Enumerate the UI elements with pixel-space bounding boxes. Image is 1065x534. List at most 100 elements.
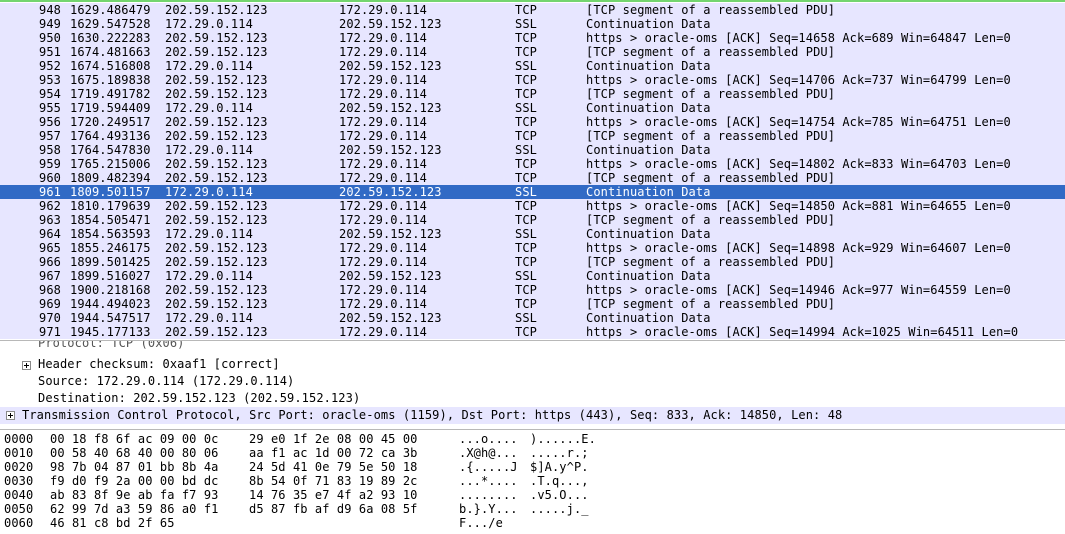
packet-info-cell: Continuation Data (586, 143, 711, 157)
packet-source-cell: 202.59.152.123 (165, 157, 268, 171)
packet-protocol-cell: TCP (515, 115, 537, 129)
packet-row[interactable]: 967 1899.516027 172.29.0.114 202.59.152.123… (0, 269, 1065, 283)
packet-protocol-cell: TCP (515, 73, 537, 87)
packet-destination-cell: 202.59.152.123 (339, 59, 442, 73)
packet-row[interactable]: 951 1674.481663 202.59.152.123 172.29.0.114… (0, 45, 1065, 59)
packet-time-cell: 1944.547517 (70, 311, 151, 325)
packet-row[interactable]: 966 1899.501425 202.59.152.123 172.29.0.114… (0, 255, 1065, 269)
packet-protocol-cell: TCP (515, 213, 537, 227)
packet-info-cell: https > oracle-oms [ACK] Seq=14706 Ack=7… (586, 73, 1011, 87)
packet-row[interactable]: 963 1854.505471 202.59.152.123 172.29.0.114… (0, 213, 1065, 227)
packet-no-cell: 951 (39, 45, 61, 59)
packet-row[interactable]: 964 1854.563593 172.29.0.114 202.59.152.123… (0, 227, 1065, 241)
packet-no-cell: 963 (39, 213, 61, 227)
packet-time-cell: 1720.249517 (70, 115, 151, 129)
packet-destination-cell: 172.29.0.114 (339, 45, 427, 59)
packet-row[interactable]: 956 1720.249517 202.59.152.123 172.29.0.114… (0, 115, 1065, 129)
packet-no-cell: 968 (39, 283, 61, 297)
packet-row[interactable]: 959 1765.215006 202.59.152.123 172.29.0.114… (0, 157, 1065, 171)
packet-row[interactable]: 953 1675.189838 202.59.152.123 172.29.0.114… (0, 73, 1065, 87)
hex-ascii-left: b.}.Y... (459, 502, 518, 516)
packet-time-cell: 1900.218168 (70, 283, 151, 297)
packet-info-cell: [TCP segment of a reassembled PDU] (586, 3, 836, 17)
packet-info-cell: Continuation Data (586, 101, 711, 115)
packet-row[interactable]: 948 1629.486479 202.59.152.123 172.29.0.114… (0, 3, 1065, 17)
packet-row[interactable]: 960 1809.482394 202.59.152.123 172.29.0.114… (0, 171, 1065, 185)
packet-row[interactable]: 955 1719.594409 172.29.0.114 202.59.152.123… (0, 101, 1065, 115)
packet-source-cell: 172.29.0.114 (165, 59, 253, 73)
expand-tcp-icon[interactable] (6, 411, 15, 420)
packet-protocol-cell: TCP (515, 3, 537, 17)
packet-row[interactable]: 971 1945.177133 202.59.152.123 172.29.0.114… (0, 325, 1065, 339)
packet-no-cell: 954 (39, 87, 61, 101)
packet-destination-cell: 172.29.0.114 (339, 171, 427, 185)
detail-protocol-line[interactable]: Protocol: TCP (0x06) (38, 341, 185, 351)
packet-time-cell: 1854.563593 (70, 227, 151, 241)
packet-row-selected[interactable]: 961 1809.501157 172.29.0.114 202.59.152.123… (0, 185, 1065, 199)
packet-protocol-cell: TCP (515, 129, 537, 143)
hex-ascii-right: .....j._ (530, 502, 589, 516)
packet-no-cell: 960 (39, 171, 61, 185)
packet-row[interactable]: 957 1764.493136 202.59.152.123 172.29.0.114… (0, 129, 1065, 143)
packet-no-cell: 950 (39, 31, 61, 45)
detail-tcp-protocol[interactable]: Transmission Control Protocol, Src Port:… (0, 407, 1065, 424)
packet-row[interactable]: 950 1630.222283 202.59.152.123 172.29.0.114… (0, 31, 1065, 45)
packet-time-cell: 1630.222283 (70, 31, 151, 45)
packet-row[interactable]: 954 1719.491782 202.59.152.123 172.29.0.114… (0, 87, 1065, 101)
hex-offset: 0000 (4, 432, 34, 446)
detail-tcp-label: Transmission Control Protocol, Src Port:… (22, 408, 843, 422)
packet-source-cell: 172.29.0.114 (165, 311, 253, 325)
hex-bytes-right: 24 5d 41 0e 79 5e 50 18 (249, 460, 418, 474)
packet-info-cell: https > oracle-oms [ACK] Seq=14850 Ack=8… (586, 199, 1011, 213)
packet-time-cell: 1674.516808 (70, 59, 151, 73)
hex-bytes-left: 00 58 40 68 40 00 80 06 (50, 446, 219, 460)
packet-row[interactable]: 962 1810.179639 202.59.152.123 172.29.0.114… (0, 199, 1065, 213)
packet-source-cell: 202.59.152.123 (165, 213, 268, 227)
packet-row[interactable]: 958 1764.547830 172.29.0.114 202.59.152.123… (0, 143, 1065, 157)
packet-list-pane[interactable]: 948 1629.486479 202.59.152.123 172.29.0.114… (0, 0, 1065, 341)
packet-protocol-cell: SSL (515, 59, 537, 73)
packet-row[interactable]: 965 1855.246175 202.59.152.123 172.29.0.114… (0, 241, 1065, 255)
packet-destination-cell: 202.59.152.123 (339, 143, 442, 157)
packet-destination-cell: 202.59.152.123 (339, 17, 442, 31)
packet-protocol-cell: TCP (515, 255, 537, 269)
packet-source-cell: 172.29.0.114 (165, 17, 253, 31)
packet-list-top-border (0, 0, 1065, 2)
packet-bytes-pane[interactable]: 0000 00 18 f8 6f ac 09 00 0c 29 e0 1f 2e 0… (0, 431, 1065, 534)
hex-ascii-left: .{.....J (459, 460, 518, 474)
packet-time-cell: 1675.189838 (70, 73, 151, 87)
packet-source-cell: 172.29.0.114 (165, 269, 253, 283)
hex-ascii-right: .....r.; (530, 446, 589, 460)
packet-row[interactable]: 949 1629.547528 172.29.0.114 202.59.152.123… (0, 17, 1065, 31)
packet-no-cell: 958 (39, 143, 61, 157)
packet-destination-cell: 172.29.0.114 (339, 255, 427, 269)
packet-info-cell: Continuation Data (586, 269, 711, 283)
hex-ascii-right: )......E. (530, 432, 596, 446)
packet-row[interactable]: 952 1674.516808 172.29.0.114 202.59.152.123… (0, 59, 1065, 73)
packet-info-cell: https > oracle-oms [ACK] Seq=14946 Ack=9… (586, 283, 1011, 297)
hex-ascii-left: .X@h@... (459, 446, 518, 460)
detail-header-checksum[interactable]: Header checksum: 0xaaf1 [correct] (38, 356, 280, 372)
packet-info-cell: [TCP segment of a reassembled PDU] (586, 213, 836, 227)
packet-row[interactable]: 970 1944.547517 172.29.0.114 202.59.152.123… (0, 311, 1065, 325)
packet-destination-cell: 172.29.0.114 (339, 157, 427, 171)
packet-row[interactable]: 968 1900.218168 202.59.152.123 172.29.0.114… (0, 283, 1065, 297)
hex-offset: 0030 (4, 474, 34, 488)
packet-row[interactable]: 969 1944.494023 202.59.152.123 172.29.0.114… (0, 297, 1065, 311)
packet-source-cell: 202.59.152.123 (165, 73, 268, 87)
packet-details-pane[interactable]: Protocol: TCP (0x06) Header checksum: 0x… (0, 341, 1065, 430)
packet-info-cell: https > oracle-oms [ACK] Seq=14802 Ack=8… (586, 157, 1011, 171)
packet-protocol-cell: SSL (515, 17, 537, 31)
detail-source[interactable]: Source: 172.29.0.114 (172.29.0.114) (38, 373, 294, 389)
hex-bytes-right: aa f1 ac 1d 00 72 ca 3b (249, 446, 418, 460)
packet-destination-cell: 172.29.0.114 (339, 115, 427, 129)
packet-info-cell: [TCP segment of a reassembled PDU] (586, 171, 836, 185)
detail-destination[interactable]: Destination: 202.59.152.123 (202.59.152.… (38, 390, 360, 406)
packet-time-cell: 1764.493136 (70, 129, 151, 143)
hex-ascii-right: .T.q..., (530, 474, 589, 488)
packet-destination-cell: 172.29.0.114 (339, 129, 427, 143)
packet-time-cell: 1719.594409 (70, 101, 151, 115)
expand-header-checksum-icon[interactable] (22, 361, 31, 370)
packet-no-cell: 955 (39, 101, 61, 115)
packet-source-cell: 202.59.152.123 (165, 129, 268, 143)
